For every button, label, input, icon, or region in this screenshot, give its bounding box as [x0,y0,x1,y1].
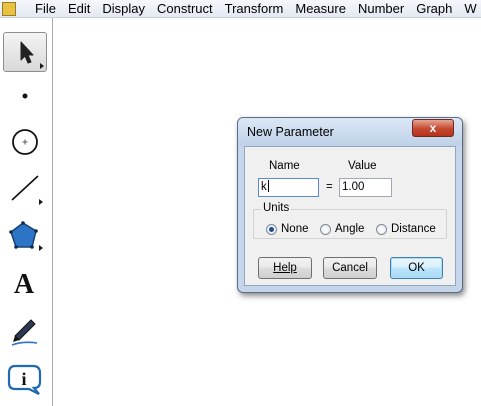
ok-button-label: OK [408,262,425,274]
dialog-body: Name Value k = 1.00 Units None Angle Dis… [244,146,456,286]
point-tool[interactable] [3,76,47,116]
polygon-tool[interactable] [3,215,47,255]
text-tool[interactable]: A [3,263,47,303]
help-button[interactable]: Help [258,257,312,279]
menu-file[interactable]: File [29,0,62,17]
dialog-title: New Parameter [247,125,334,139]
units-group: Units None Angle Distance [253,202,447,239]
units-angle-radio[interactable]: Angle [320,222,364,236]
sketchpad-window: File Edit Display Construct Transform Me… [0,0,481,406]
cancel-button[interactable]: Cancel [323,257,377,279]
info-icon: i [7,364,42,395]
value-label: Value [348,160,377,172]
point-icon [22,93,28,99]
menu-construct[interactable]: Construct [151,0,219,17]
pen-marker-icon [11,319,38,346]
radio-unselected-icon [376,223,387,235]
app-menu-icon[interactable] [2,1,16,16]
svg-text:A: A [14,269,35,300]
menu-graph[interactable]: Graph [410,0,458,17]
menu-bar: File Edit Display Construct Transform Me… [0,0,481,18]
units-distance-label: Distance [391,223,436,235]
compass-tool[interactable] [3,122,47,162]
dialog-titlebar[interactable]: New Parameter x [238,118,462,146]
ok-button[interactable]: OK [390,257,443,279]
equals-sign: = [326,181,333,193]
new-parameter-dialog: New Parameter x Name Value k = 1.00 Unit… [237,117,463,293]
information-tool[interactable]: i [3,358,47,398]
menu-window[interactable]: W [458,0,481,17]
straightedge-tool[interactable] [3,168,47,208]
radio-selected-icon [266,223,277,235]
menu-measure[interactable]: Measure [289,0,352,17]
name-field[interactable]: k [258,178,319,197]
circle-icon [12,129,38,155]
close-button[interactable]: x [412,119,454,137]
close-icon: x [429,121,437,135]
menu-transform[interactable]: Transform [219,0,290,17]
letter-a-icon: A [14,269,35,300]
value-field-value: 1.00 [342,181,365,193]
units-label: Units [261,202,292,214]
menu-edit[interactable]: Edit [62,0,96,17]
name-label: Name [269,160,300,172]
units-distance-radio[interactable]: Distance [376,222,436,236]
units-angle-label: Angle [335,223,365,235]
units-none-radio[interactable]: None [266,222,309,236]
help-button-label: Help [273,262,297,274]
text-caret [267,180,269,192]
menu-display[interactable]: Display [96,0,151,17]
name-field-value: k [261,181,267,193]
tool-options-arrow-icon [39,199,43,205]
cancel-button-label: Cancel [332,262,368,274]
svg-text:i: i [21,369,26,389]
radio-unselected-icon [320,223,331,235]
value-field[interactable]: 1.00 [339,178,392,197]
tool-options-arrow-icon [39,245,43,251]
units-none-label: None [281,223,309,235]
marker-tool[interactable] [3,310,47,350]
arrow-select-tool[interactable] [3,32,47,72]
menu-number[interactable]: Number [352,0,410,17]
toolbox: A i [0,18,53,406]
tool-options-arrow-icon [40,63,44,69]
